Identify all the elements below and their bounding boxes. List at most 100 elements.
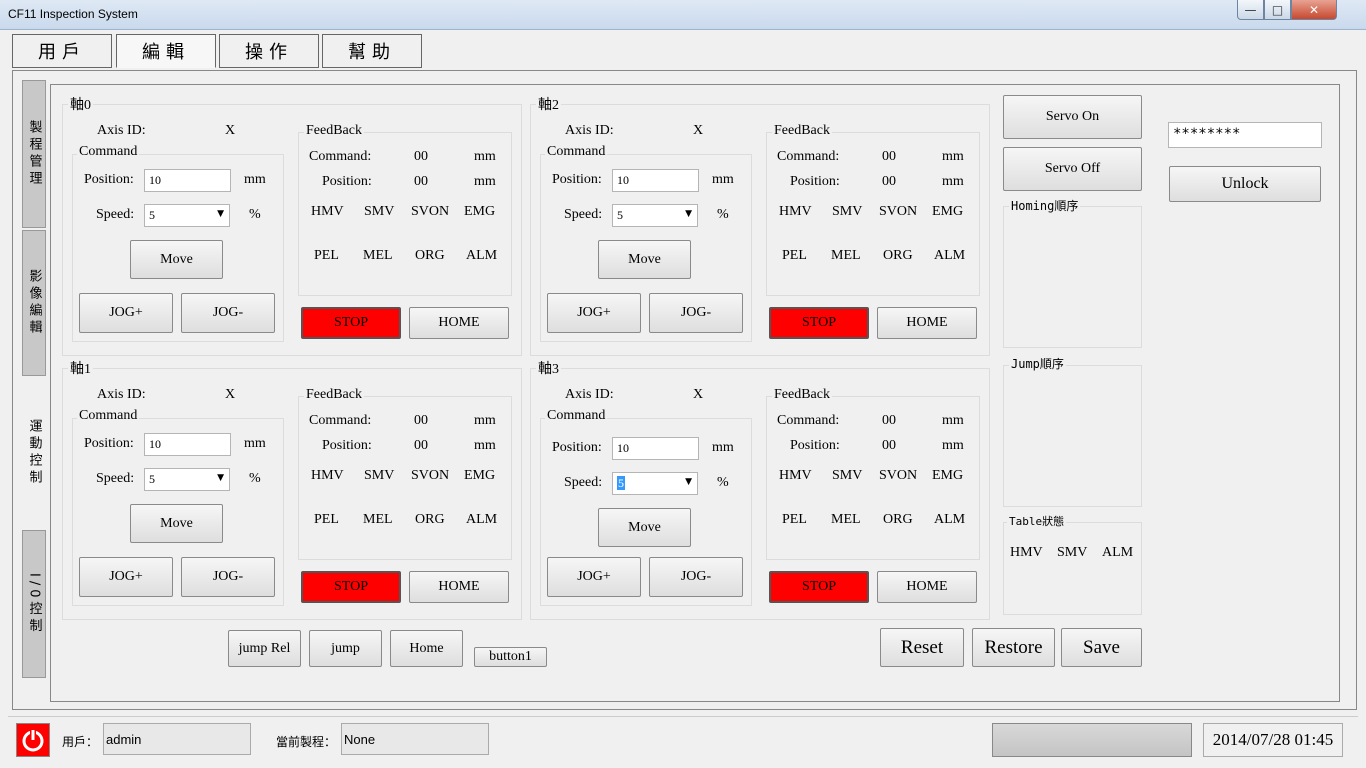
position-label: Position: (84, 172, 134, 187)
side-tab-image[interactable]: 影像編輯 (22, 230, 46, 376)
jog-plus-button[interactable]: JOG+ (547, 293, 641, 333)
side-tab-io[interactable]: I/0控制 (22, 530, 46, 678)
menu-tab-help[interactable]: 幫助 (322, 34, 422, 68)
fb-position-value: 00 (882, 438, 896, 453)
fb-position-value: 00 (414, 174, 428, 189)
speed-value: 5 (617, 208, 623, 222)
axis-id-label: Axis ID: (97, 123, 146, 138)
restore-button[interactable]: Restore (972, 628, 1055, 667)
jog-plus-button[interactable]: JOG+ (79, 557, 173, 597)
fb-position-value: 00 (414, 438, 428, 453)
table-flag-smv: SMV (1057, 545, 1088, 560)
flag-smv: SMV (832, 204, 863, 219)
speed-select[interactable]: 5 ▼ (144, 204, 230, 227)
side-tab-process[interactable]: 製程管理 (22, 80, 46, 228)
flag-svon: SVON (879, 468, 918, 483)
axis-id-label: Axis ID: (565, 387, 614, 402)
position-label: Position: (552, 440, 602, 455)
jump-button[interactable]: jump (309, 630, 382, 667)
flag-pel: PEL (314, 248, 339, 263)
button1[interactable]: button1 (474, 647, 547, 667)
progress-bar (992, 723, 1192, 757)
axis-title: 軸3 (536, 358, 561, 378)
flag-emg: EMG (932, 468, 964, 483)
flag-svon: SVON (879, 204, 918, 219)
fb-command-label: Command: (777, 413, 840, 428)
flag-alm: ALM (466, 248, 498, 263)
axis-id-value: X (693, 387, 704, 402)
jump-rel-button[interactable]: jump Rel (228, 630, 301, 667)
home-button[interactable]: Home (390, 630, 463, 667)
stop-button[interactable]: STOP (301, 307, 401, 339)
speed-select[interactable]: 5 ▼ (612, 204, 698, 227)
menu-tab-user[interactable]: 用戶 (12, 34, 112, 68)
speed-value: 5 (149, 472, 155, 486)
minimize-button[interactable]: — (1237, 0, 1264, 20)
position-input[interactable]: 10 (612, 437, 699, 460)
table-status-label: Table狀態 (1007, 513, 1067, 529)
side-tab-motion[interactable]: 運動控制 (22, 378, 46, 528)
homing-order-group (1003, 206, 1142, 348)
unlock-button[interactable]: Unlock (1169, 166, 1321, 202)
maximize-button[interactable]: □ (1264, 0, 1291, 20)
flag-smv: SMV (832, 468, 863, 483)
command-title: Command (77, 408, 140, 424)
stop-button[interactable]: STOP (769, 307, 869, 339)
chevron-down-icon: ▼ (217, 209, 224, 219)
position-input[interactable]: 10 (144, 433, 231, 456)
move-button[interactable]: Move (598, 508, 691, 547)
axis-id-value: X (225, 123, 236, 138)
jog-plus-button[interactable]: JOG+ (547, 557, 641, 597)
save-button[interactable]: Save (1061, 628, 1142, 667)
fb-command-unit: mm (474, 149, 496, 164)
table-flag-hmv: HMV (1010, 545, 1043, 560)
home-axis-button[interactable]: HOME (877, 571, 977, 603)
position-label: Position: (84, 436, 134, 451)
speed-unit: % (249, 207, 261, 222)
speed-select[interactable]: 5 ▼ (144, 468, 230, 491)
speed-label: Speed: (564, 475, 603, 490)
user-field: admin (103, 723, 251, 755)
position-unit: mm (712, 172, 734, 187)
move-button[interactable]: Move (130, 504, 223, 543)
move-button[interactable]: Move (130, 240, 223, 279)
flag-hmv: HMV (779, 204, 812, 219)
servo-off-button[interactable]: Servo Off (1003, 147, 1142, 191)
flag-emg: EMG (932, 204, 964, 219)
home-axis-button[interactable]: HOME (409, 307, 509, 339)
speed-unit: % (249, 471, 261, 486)
password-input[interactable]: ******** (1168, 122, 1322, 148)
power-button[interactable] (16, 723, 50, 757)
jog-minus-button[interactable]: JOG- (181, 293, 275, 333)
speed-value: 5 (149, 208, 155, 222)
flag-svon: SVON (411, 204, 450, 219)
menu-tab-operate[interactable]: 操作 (219, 34, 319, 68)
chevron-down-icon: ▼ (217, 473, 224, 483)
flag-org: ORG (883, 512, 913, 527)
fb-position-value: 00 (882, 174, 896, 189)
servo-on-button[interactable]: Servo On (1003, 95, 1142, 139)
home-axis-button[interactable]: HOME (409, 571, 509, 603)
jog-minus-button[interactable]: JOG- (181, 557, 275, 597)
move-button[interactable]: Move (598, 240, 691, 279)
reset-button[interactable]: Reset (880, 628, 964, 667)
stop-button[interactable]: STOP (769, 571, 869, 603)
feedback-title: FeedBack (304, 387, 364, 403)
jog-plus-button[interactable]: JOG+ (79, 293, 173, 333)
feedback-title: FeedBack (304, 123, 364, 139)
speed-select[interactable]: 5 ▼ (612, 472, 698, 495)
jog-minus-button[interactable]: JOG- (649, 293, 743, 333)
position-input[interactable]: 10 (612, 169, 699, 192)
axis-title: 軸1 (68, 358, 93, 378)
home-axis-button[interactable]: HOME (877, 307, 977, 339)
close-button[interactable]: ✕ (1291, 0, 1337, 20)
axis-id-label: Axis ID: (97, 387, 146, 402)
fb-position-unit: mm (942, 438, 964, 453)
flag-org: ORG (883, 248, 913, 263)
position-input[interactable]: 10 (144, 169, 231, 192)
menu-tab-edit[interactable]: 編輯 (116, 34, 216, 68)
jog-minus-button[interactable]: JOG- (649, 557, 743, 597)
flag-svon: SVON (411, 468, 450, 483)
fb-command-label: Command: (309, 149, 372, 164)
stop-button[interactable]: STOP (301, 571, 401, 603)
